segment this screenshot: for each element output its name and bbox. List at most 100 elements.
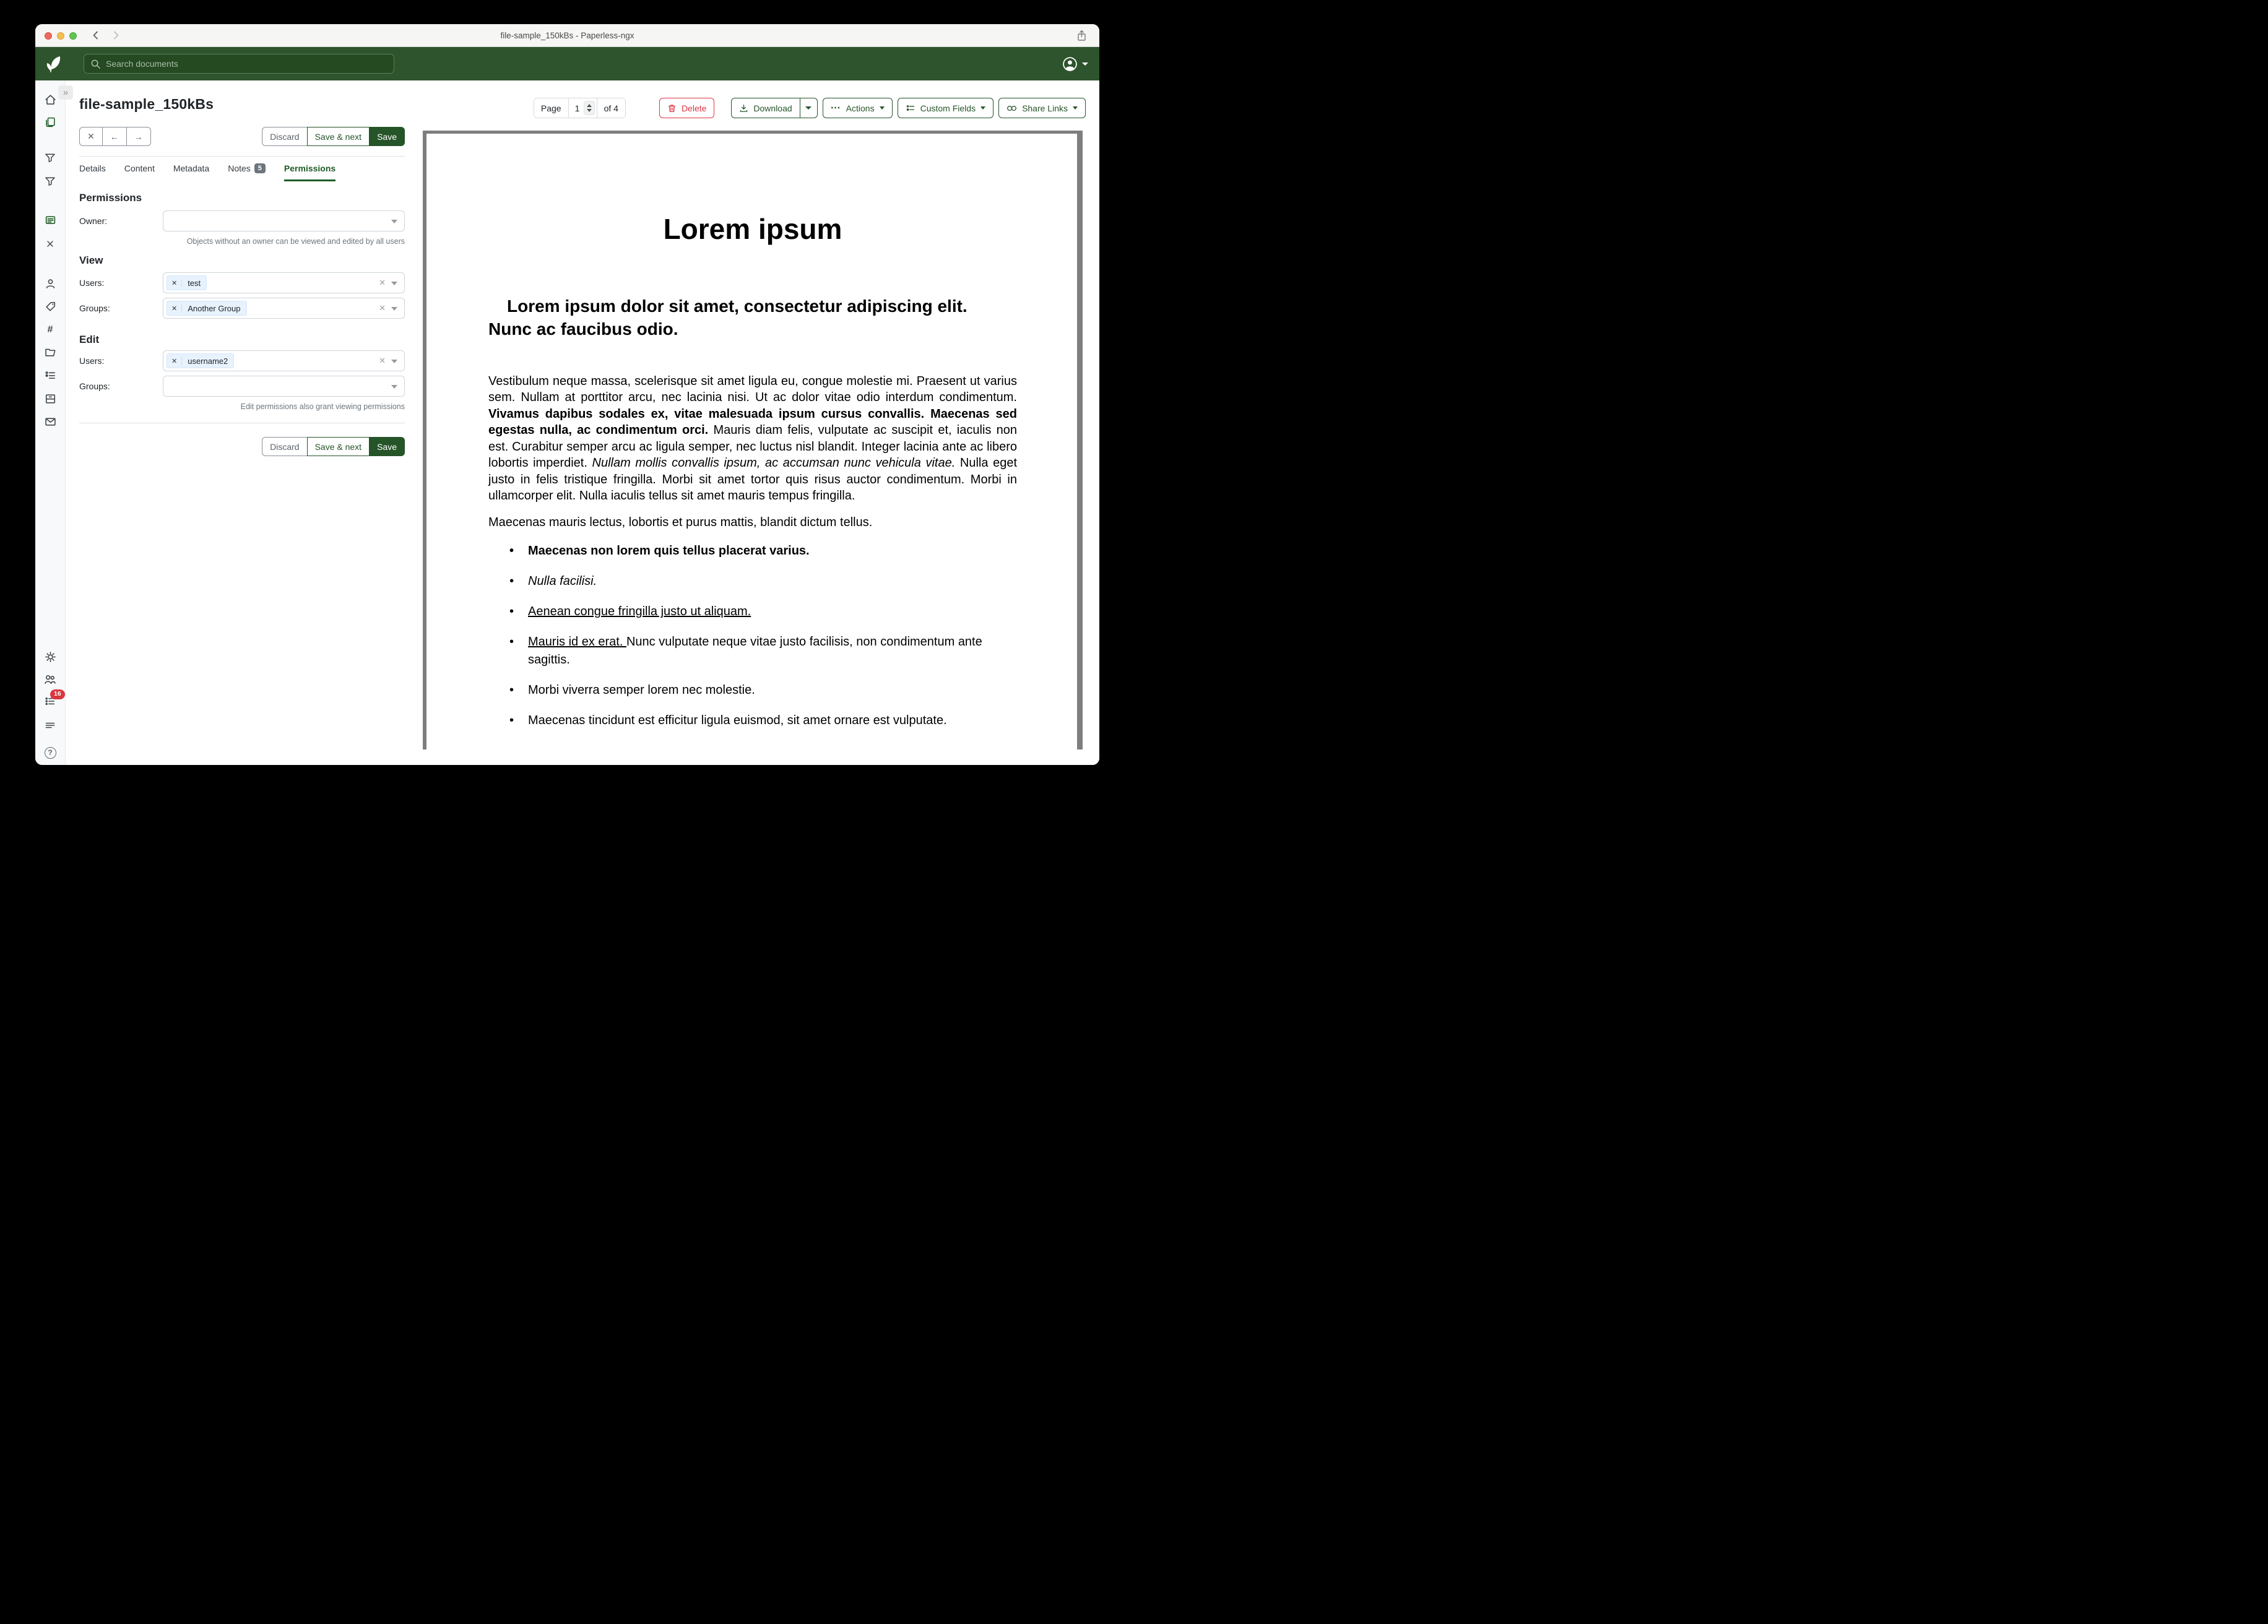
sidebar-item-tags[interactable]: [43, 300, 57, 313]
list-with-dots-icon: [45, 369, 56, 381]
zoom-window-button[interactable]: [69, 32, 77, 40]
save-next-button[interactable]: Save & next: [307, 437, 370, 456]
discard-button[interactable]: Discard: [262, 437, 307, 456]
page-navigation: Page of 4: [534, 98, 626, 118]
selected-chip: ✕username2: [167, 353, 234, 368]
remove-chip-icon[interactable]: ✕: [167, 304, 182, 313]
close-icon: ✕: [87, 131, 95, 142]
window-title: file-sample_150kBs - Paperless-ngx: [35, 31, 1099, 40]
share-links-button[interactable]: Share Links: [998, 98, 1086, 118]
owner-select[interactable]: [163, 210, 405, 231]
sidebar-item-correspondents[interactable]: [43, 277, 57, 290]
page-count-label: of 4: [597, 98, 625, 118]
sidebar-item-logs[interactable]: [43, 719, 57, 733]
edit-groups-select[interactable]: [163, 376, 405, 397]
mail-icon: [45, 416, 56, 428]
sidebar-item-users-groups[interactable]: [43, 673, 57, 686]
search-input[interactable]: [106, 59, 387, 69]
download-options-button[interactable]: [800, 98, 818, 118]
owner-help-text: Objects without an owner can be viewed a…: [79, 237, 405, 246]
list-item: Maecenas tincidunt est efficitur ligula …: [488, 712, 1017, 730]
tab-details[interactable]: Details: [79, 163, 106, 181]
sidebar-item-dashboard[interactable]: [43, 93, 57, 106]
view-users-select[interactable]: ✕test ✕: [163, 272, 405, 293]
document-paragraph: Vestibulum neque massa, scelerisque sit …: [488, 373, 1017, 504]
page-number-field: [568, 98, 597, 118]
browser-forward-icon[interactable]: [111, 30, 121, 40]
page-title: file-sample_150kBs: [79, 96, 405, 113]
edit-heading: Edit: [79, 334, 405, 346]
page-number-input[interactable]: [573, 103, 582, 113]
sidebar-item-settings[interactable]: [43, 650, 57, 663]
edit-groups-label: Groups:: [79, 381, 163, 391]
tab-content[interactable]: Content: [124, 163, 155, 181]
document-detail-pane: file-sample_150kBs ✕ ← → Discard Save & …: [79, 80, 405, 456]
sidebar-item-open-document[interactable]: [43, 213, 57, 227]
sidebar-item-mail[interactable]: [43, 415, 57, 428]
list-item: Morbi viverra semper lorem nec molestie.: [488, 681, 1017, 699]
chevron-down-icon: [391, 220, 397, 223]
page-stepper[interactable]: [584, 101, 595, 115]
document-title: Lorem ipsum: [488, 213, 1017, 246]
minimize-window-button[interactable]: [57, 32, 64, 40]
edit-users-select[interactable]: ✕username2 ✕: [163, 350, 405, 371]
clear-select-icon[interactable]: ✕: [379, 356, 386, 366]
next-document-button[interactable]: →: [126, 127, 151, 146]
sidebar-item-workflows[interactable]: [43, 392, 57, 405]
clear-select-icon[interactable]: ✕: [379, 278, 386, 288]
sidebar-item-help[interactable]: ?: [43, 746, 57, 759]
people-icon: [44, 673, 56, 686]
custom-fields-button[interactable]: Custom Fields: [898, 98, 993, 118]
view-groups-label: Groups:: [79, 303, 163, 313]
document-bullet-list: Maecenas non lorem quis tellus placerat …: [488, 542, 1017, 730]
sidebar-item-custom-fields[interactable]: #: [43, 323, 57, 337]
chevron-down-icon: [391, 282, 397, 285]
close-window-button[interactable]: [45, 32, 52, 40]
selected-chip: ✕Another Group: [167, 301, 247, 316]
tasks-count-badge: 16: [50, 689, 65, 699]
sidebar-item-documents[interactable]: [43, 115, 57, 129]
sidebar-item-saved-view-2[interactable]: [43, 175, 57, 188]
save-button-group: Discard Save & next Save: [262, 127, 405, 146]
delete-button[interactable]: Delete: [659, 98, 714, 118]
view-users-label: Users:: [79, 278, 163, 288]
sidebar-item-saved-view-1[interactable]: [43, 151, 57, 165]
actions-button[interactable]: ⋯ Actions: [823, 98, 893, 118]
download-button[interactable]: Download: [731, 98, 800, 118]
clear-select-icon[interactable]: ✕: [379, 303, 386, 313]
remove-chip-icon[interactable]: ✕: [167, 279, 182, 287]
edit-help-text: Edit permissions also grant viewing perm…: [79, 402, 405, 411]
permissions-heading: Permissions: [79, 192, 405, 204]
search-bar[interactable]: [84, 54, 394, 74]
save-button[interactable]: Save: [369, 437, 405, 456]
save-next-button[interactable]: Save & next: [307, 127, 370, 146]
save-button-group-bottom: Discard Save & next Save: [262, 437, 405, 456]
tab-notes[interactable]: Notes5: [228, 163, 266, 181]
sidebar-expand-button[interactable]: »: [58, 85, 73, 100]
chevron-down-icon: [880, 106, 885, 110]
chevron-down-icon: [805, 106, 812, 110]
tab-permissions[interactable]: Permissions: [284, 163, 335, 181]
help-icon: ?: [45, 747, 56, 759]
save-button[interactable]: Save: [369, 127, 405, 146]
browser-back-icon[interactable]: [91, 30, 101, 40]
previous-document-button[interactable]: ←: [102, 127, 127, 146]
main-area: # 16 ? » file-sample_150kBs ✕ ← →: [35, 80, 1099, 765]
stepper-down-icon: [587, 109, 592, 112]
share-icon[interactable]: [1076, 30, 1087, 41]
paperless-logo-icon: [45, 54, 63, 73]
view-groups-select[interactable]: ✕Another Group ✕: [163, 298, 405, 319]
content-area: file-sample_150kBs ✕ ← → Discard Save & …: [66, 80, 1099, 765]
pdf-preview-frame[interactable]: Lorem ipsum Lorem ipsum dolor sit amet, …: [423, 131, 1083, 749]
filter-funnel-icon: [45, 176, 56, 187]
sidebar-item-document-types[interactable]: [43, 368, 57, 382]
close-document-button[interactable]: ✕: [79, 127, 103, 146]
tab-metadata[interactable]: Metadata: [173, 163, 209, 181]
trash-icon: [667, 103, 677, 113]
sidebar-item-close-all[interactable]: [43, 237, 57, 251]
user-menu[interactable]: [1062, 56, 1088, 72]
logs-icon: [45, 720, 56, 732]
discard-button[interactable]: Discard: [262, 127, 307, 146]
remove-chip-icon[interactable]: ✕: [167, 357, 182, 365]
sidebar-item-storage-paths[interactable]: [43, 345, 57, 359]
